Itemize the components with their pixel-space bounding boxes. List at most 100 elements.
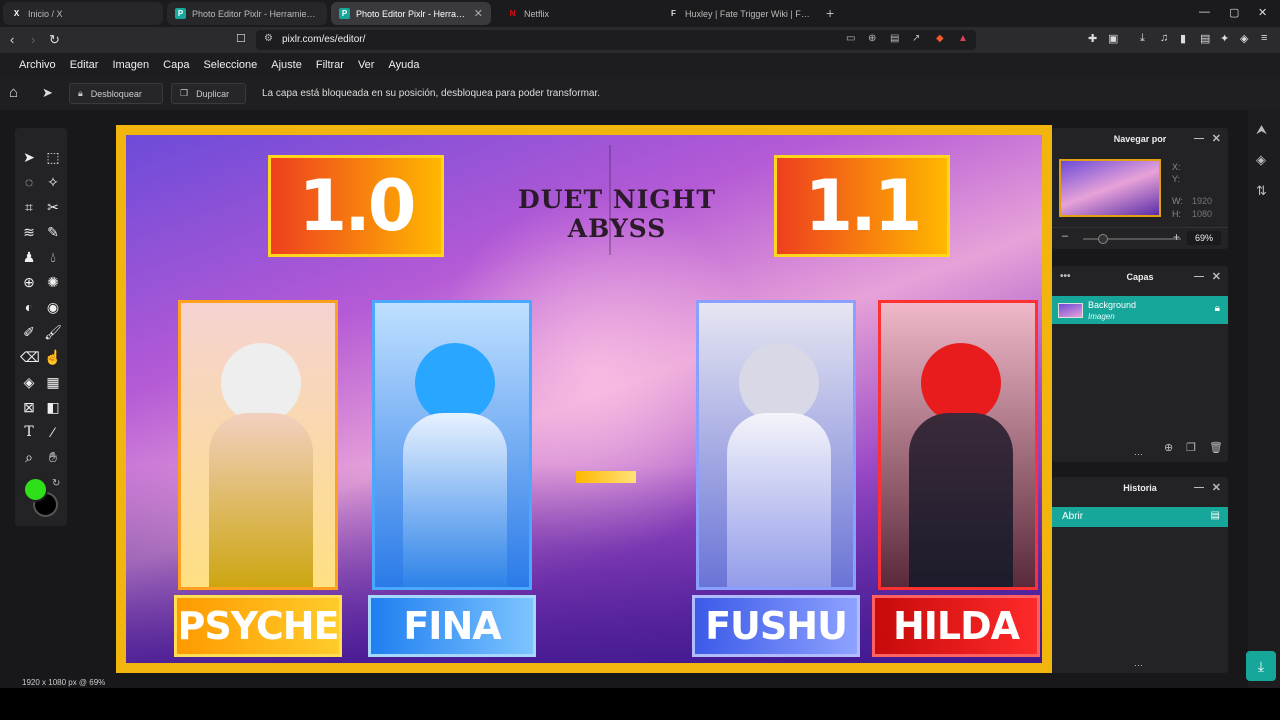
- reload-icon[interactable]: ↻: [49, 32, 60, 48]
- shield-icon[interactable]: ◈: [1240, 32, 1248, 45]
- minimize-panel-icon[interactable]: —: [1194, 477, 1204, 499]
- site-settings-icon[interactable]: ⚙: [264, 33, 273, 44]
- delete-layer-icon[interactable]: 🗑︎: [1209, 441, 1223, 454]
- sidebar-icon[interactable]: ▮: [1180, 32, 1186, 45]
- dodge-tool-icon[interactable]: ✺: [44, 273, 62, 291]
- more-options-icon[interactable]: •••: [1060, 266, 1071, 288]
- history-toggle-icon[interactable]: ⇅: [1256, 183, 1267, 199]
- color-replace-tool-icon[interactable]: ◐: [20, 298, 38, 316]
- fill-tool-icon[interactable]: ◈: [20, 373, 38, 391]
- home-icon[interactable]: ⌂: [9, 84, 18, 101]
- history-item[interactable]: Abrir ▤: [1052, 507, 1228, 527]
- menu-editar[interactable]: Editar: [70, 59, 99, 71]
- image-canvas[interactable]: 1.0 1.1 DUET NIGHT ABYSS PSYCHE FINA FUS…: [116, 125, 1052, 673]
- crop-tool-icon[interactable]: ⌗: [20, 198, 38, 216]
- zoom-tool-icon[interactable]: ⌕: [20, 448, 38, 466]
- minimize-panel-icon[interactable]: —: [1194, 128, 1204, 150]
- menu-ajuste[interactable]: Ajuste: [271, 59, 302, 71]
- screen-icon[interactable]: ▭: [846, 33, 855, 44]
- brave-shield-icon[interactable]: ◆: [936, 33, 944, 44]
- share-icon[interactable]: ↗: [912, 33, 920, 44]
- eraser-tool-icon[interactable]: ⌫: [20, 348, 40, 366]
- character-figure: [909, 413, 1013, 587]
- menu-seleccione[interactable]: Seleccione: [203, 59, 257, 71]
- rewards-icon[interactable]: ▲: [958, 33, 968, 44]
- save-download-button[interactable]: ⤓: [1246, 651, 1276, 681]
- download-icon[interactable]: ⤓: [1140, 32, 1145, 45]
- vpn-icon[interactable]: ▤: [1200, 32, 1210, 45]
- zoom-value[interactable]: 69%: [1187, 231, 1221, 245]
- navigator-toggle-icon[interactable]: ⮝: [1256, 122, 1267, 138]
- tab-x[interactable]: X Inicio / X: [3, 2, 163, 25]
- new-tab-icon[interactable]: +: [826, 5, 834, 21]
- menu-capa[interactable]: Capa: [163, 59, 189, 71]
- tab-pixlr-active[interactable]: P Photo Editor Pixlr - Herramienta ✕: [331, 2, 491, 25]
- window-close-icon[interactable]: ✕: [1258, 6, 1267, 19]
- arrange-tool-icon[interactable]: ➤: [20, 148, 38, 166]
- eyedropper-tool-icon[interactable]: ⁄: [44, 423, 62, 441]
- wallet-icon[interactable]: ▣: [1108, 32, 1118, 45]
- close-tab-icon[interactable]: ✕: [474, 7, 483, 20]
- nameplate-fina: FINA: [368, 595, 536, 657]
- foreground-color-swatch[interactable]: [23, 477, 48, 502]
- cutout-tool-icon[interactable]: ✂: [44, 198, 62, 216]
- sticker-tool-icon[interactable]: ◧: [44, 398, 62, 416]
- menu-archivo[interactable]: Archivo: [19, 59, 56, 71]
- music-icon[interactable]: ♫: [1160, 32, 1168, 44]
- duplicate-layer-icon[interactable]: ❐: [1186, 441, 1196, 454]
- wand-tool-icon[interactable]: ✧: [44, 173, 62, 191]
- menu-ayuda[interactable]: Ayuda: [388, 59, 419, 71]
- heal-tool-icon[interactable]: ✎: [44, 223, 62, 241]
- sponge-tool-icon[interactable]: ⊕: [20, 273, 38, 291]
- zoom-slider-handle[interactable]: [1098, 234, 1108, 244]
- add-layer-icon[interactable]: ⊕: [1164, 441, 1173, 454]
- menu-icon[interactable]: ≡: [1261, 32, 1267, 44]
- lasso-tool-icon[interactable]: ◌: [20, 173, 38, 191]
- close-panel-icon[interactable]: ✕: [1212, 477, 1221, 499]
- menu-imagen[interactable]: Imagen: [112, 59, 149, 71]
- extensions-icon[interactable]: ✚: [1088, 32, 1097, 45]
- panel-title: Capas: [1126, 272, 1154, 282]
- blur-tool-icon[interactable]: 💧︎: [44, 248, 62, 266]
- hand-tool-icon[interactable]: ✋︎: [44, 448, 62, 466]
- pencil-tool-icon[interactable]: ✐: [20, 323, 38, 341]
- tab-netflix[interactable]: N Netflix: [499, 2, 649, 25]
- close-panel-icon[interactable]: ✕: [1212, 128, 1221, 150]
- marquee-tool-icon[interactable]: ⬚: [44, 148, 62, 166]
- back-icon[interactable]: ‹: [10, 32, 14, 47]
- duplicate-button[interactable]: ❐ Duplicar: [171, 83, 246, 104]
- layers-toggle-icon[interactable]: ◈: [1256, 152, 1266, 168]
- close-panel-icon[interactable]: ✕: [1212, 266, 1221, 288]
- resize-handle-icon[interactable]: ⋯: [1134, 660, 1143, 671]
- resize-handle-icon[interactable]: ⋯: [1134, 449, 1143, 460]
- layer-item[interactable]: Background Imagen 🔒︎: [1052, 296, 1228, 324]
- liquify-tool-icon[interactable]: ≋: [20, 223, 38, 241]
- layer-lock-icon[interactable]: 🔒︎: [1215, 303, 1220, 314]
- leo-ai-icon[interactable]: ✦: [1220, 32, 1229, 45]
- shape-tool-icon[interactable]: ⊠: [20, 398, 38, 416]
- swap-colors-icon[interactable]: ↻: [52, 478, 60, 489]
- bookmark-icon[interactable]: ☐: [236, 32, 246, 45]
- forward-icon[interactable]: ›: [31, 32, 35, 47]
- brush-tool-icon[interactable]: 🖌︎: [44, 323, 62, 341]
- clone-tool-icon[interactable]: ♟: [20, 248, 38, 266]
- menu-filtrar[interactable]: Filtrar: [316, 59, 344, 71]
- unlock-button[interactable]: 🔒︎ Desbloquear: [69, 83, 163, 104]
- maximize-icon[interactable]: ▢: [1229, 6, 1239, 19]
- gradient-tool-icon[interactable]: ▦: [44, 373, 62, 391]
- zoom-icon[interactable]: ⊕: [868, 33, 876, 44]
- zoom-out-icon[interactable]: –: [1062, 230, 1068, 242]
- url-field[interactable]: ⚙ pixlr.com/es/editor/ ▭ ⊕ ▤ ↗ ◆ ▲: [256, 30, 976, 50]
- tab-pixlr-1[interactable]: P Photo Editor Pixlr - Herramienta avanz…: [167, 2, 327, 25]
- menu-ver[interactable]: Ver: [358, 59, 375, 71]
- minimize-icon[interactable]: —: [1199, 6, 1210, 18]
- navigator-thumbnail[interactable]: [1059, 159, 1161, 217]
- tab-fandom[interactable]: F Huxley | Fate Trigger Wiki | Fandom: [660, 2, 820, 25]
- red-eye-tool-icon[interactable]: ◉: [44, 298, 62, 316]
- minimize-panel-icon[interactable]: —: [1194, 266, 1204, 288]
- text-tool-icon[interactable]: T: [20, 423, 38, 441]
- reader-icon[interactable]: ▤: [890, 33, 899, 44]
- zoom-in-icon[interactable]: +: [1173, 230, 1180, 244]
- arrange-tool-icon[interactable]: ➤: [42, 85, 53, 101]
- smudge-tool-icon[interactable]: ☝: [44, 348, 62, 366]
